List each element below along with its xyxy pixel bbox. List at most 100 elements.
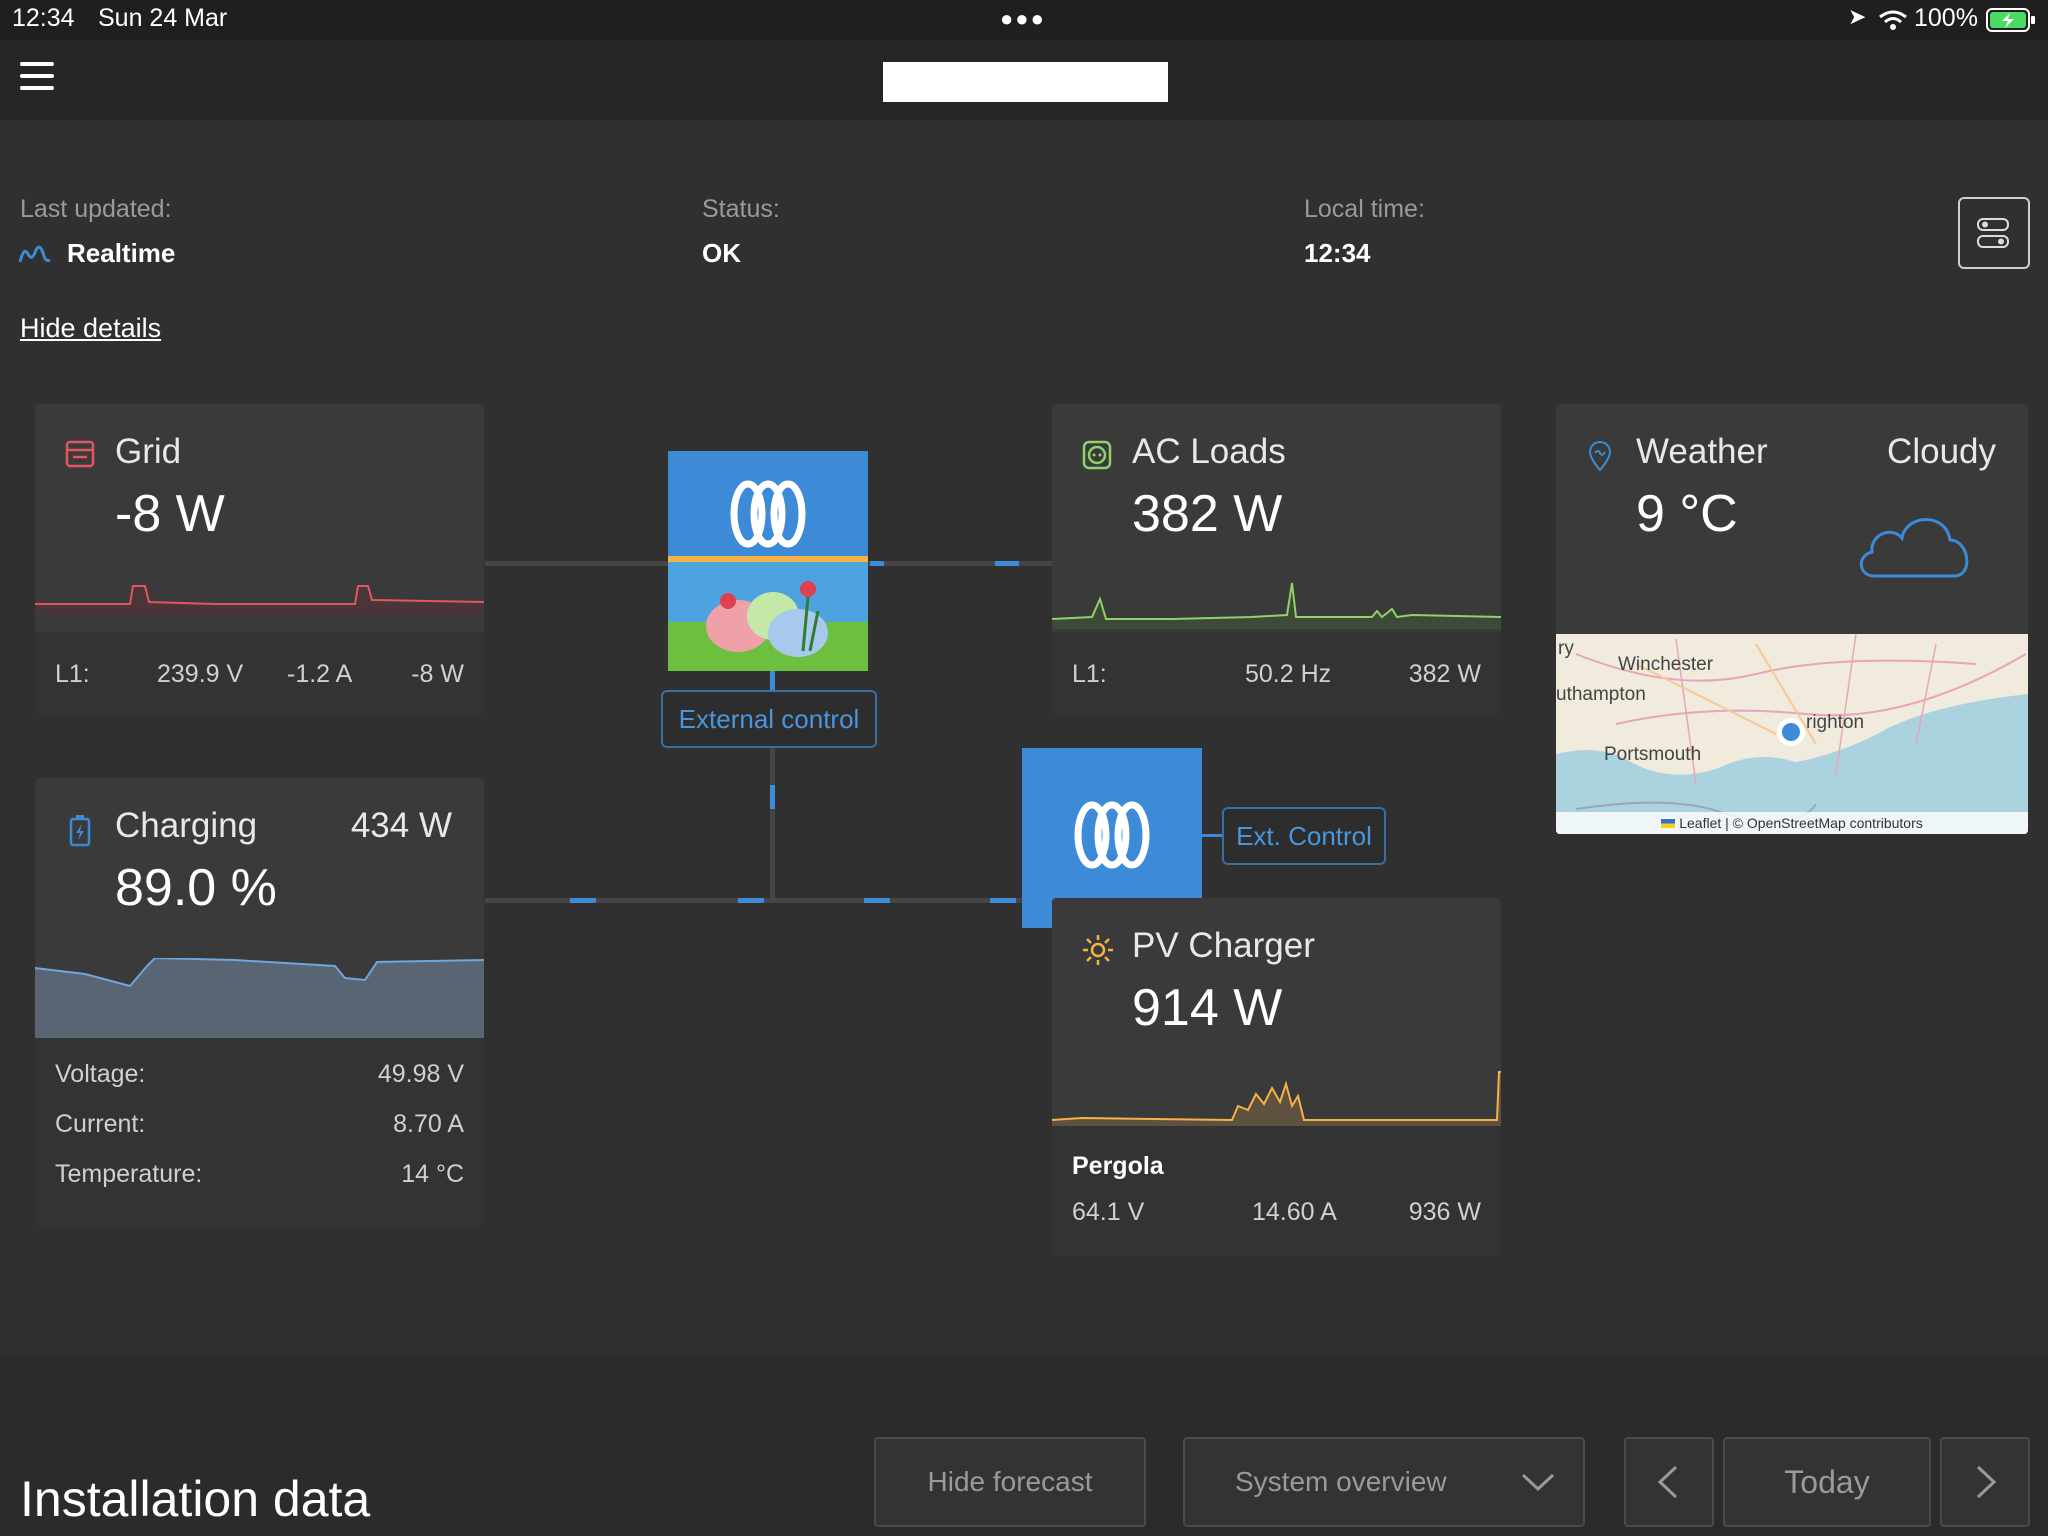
ac-phase-label: L1: bbox=[1072, 660, 1107, 688]
weather-title: Weather bbox=[1636, 432, 1768, 471]
chevron-left-icon bbox=[1657, 1465, 1678, 1499]
grid-voltage: 239.9 V bbox=[157, 660, 244, 688]
battery-icon bbox=[1986, 8, 2035, 32]
grid-current: -1.2 A bbox=[287, 660, 353, 688]
ios-status-bar: 12:34 Sun 24 Mar ●●● ➤ 100% bbox=[0, 0, 2048, 40]
map-label-brighton: righton bbox=[1806, 712, 1865, 733]
battery-temperature-label: Temperature: bbox=[55, 1160, 203, 1188]
grid-phase-label: L1: bbox=[55, 660, 90, 688]
system-overview-select[interactable]: System overview bbox=[1183, 1437, 1585, 1527]
victron-logo-icon bbox=[730, 480, 806, 548]
map-view[interactable]: Winchester uthampton righton Portsmouth … bbox=[1556, 634, 2028, 834]
grid-power: -8 W bbox=[115, 485, 225, 543]
chevron-down-icon bbox=[1521, 1473, 1555, 1492]
battery-voltage-value: 49.98 V bbox=[377, 1060, 464, 1088]
socket-icon bbox=[1082, 440, 1112, 470]
flow-dot bbox=[990, 898, 1016, 903]
map-label-winchester: Winchester bbox=[1618, 654, 1714, 675]
battery-state: Charging bbox=[115, 806, 258, 845]
hide-forecast-button[interactable]: Hide forecast bbox=[874, 1437, 1146, 1527]
app-header bbox=[0, 40, 2048, 120]
location-marker-icon[interactable] bbox=[1777, 718, 1805, 746]
battery-details: Voltage: 49.98 V Current: 8.70 A Tempera… bbox=[35, 1038, 484, 1226]
status-time: 12:34 bbox=[12, 4, 75, 32]
ext-control-button[interactable]: Ext. Control bbox=[1222, 807, 1386, 865]
location-pin-icon bbox=[1588, 440, 1612, 472]
easter-eggs-icon bbox=[706, 581, 828, 657]
local-time-label: Local time: bbox=[1304, 195, 1425, 223]
external-control-button[interactable]: External control bbox=[661, 690, 877, 748]
weather-condition: Cloudy bbox=[1887, 432, 1996, 471]
pv-voltage: 64.1 V bbox=[1072, 1198, 1145, 1226]
wifi-icon bbox=[1879, 10, 1907, 30]
sun-icon bbox=[1083, 935, 1113, 965]
pv-array-name: Pergola bbox=[1072, 1152, 1164, 1180]
battery-current-value: 8.70 A bbox=[393, 1110, 464, 1138]
cloud-icon bbox=[1859, 518, 1969, 578]
menu-icon[interactable] bbox=[20, 62, 54, 90]
ac-loads-card[interactable]: AC Loads 382 W L1: 50.2 Hz 382 W bbox=[1052, 404, 1501, 716]
location-icon: ➤ bbox=[1848, 4, 1867, 29]
flow-dot bbox=[995, 561, 1019, 566]
last-updated-value: Realtime bbox=[67, 238, 176, 268]
ac-frequency: 50.2 Hz bbox=[1245, 660, 1332, 688]
system-overview-value: System overview bbox=[1235, 1466, 1447, 1497]
pv-title: PV Charger bbox=[1132, 926, 1315, 965]
installation-data-section: Installation data Hide forecast System o… bbox=[0, 1355, 2048, 1536]
grid-meter-icon bbox=[65, 440, 95, 468]
pv-sparkline bbox=[1052, 1071, 1501, 1126]
battery-voltage-label: Voltage: bbox=[55, 1060, 146, 1088]
hide-details-link[interactable]: Hide details bbox=[20, 313, 161, 344]
battery-current-label: Current: bbox=[55, 1110, 146, 1138]
map-attribution[interactable]: Leaflet | © OpenStreetMap contributors bbox=[1556, 812, 2028, 834]
flow-dot bbox=[570, 898, 596, 903]
pv-array-power: 936 W bbox=[1408, 1198, 1481, 1226]
victron-logo-icon bbox=[1074, 801, 1150, 869]
grid-sparkline bbox=[35, 585, 484, 614]
pv-current: 14.60 A bbox=[1252, 1198, 1337, 1226]
weather-card[interactable]: Weather Cloudy 9 °C Winchester uthampton… bbox=[1556, 404, 2028, 834]
inverter-unit[interactable] bbox=[668, 451, 868, 671]
battery-power: 434 W bbox=[350, 806, 452, 845]
local-time-value: 12:34 bbox=[1304, 238, 1371, 268]
battery-soc: 89.0 % bbox=[115, 859, 277, 917]
toggle-settings-button[interactable] bbox=[1958, 197, 2030, 269]
battery-percent: 100% bbox=[1914, 4, 1978, 32]
battery-charging-icon bbox=[69, 815, 91, 847]
status-date: Sun 24 Mar bbox=[98, 4, 228, 32]
next-day-button[interactable] bbox=[1940, 1437, 2030, 1527]
inverter-link bbox=[770, 671, 775, 691]
flow-dot bbox=[864, 898, 890, 903]
ac-loads-title: AC Loads bbox=[1132, 432, 1286, 471]
weather-temperature: 9 °C bbox=[1636, 485, 1738, 543]
ac-loads-sparkline bbox=[1052, 582, 1501, 629]
flow-dot bbox=[738, 898, 764, 903]
map-attribution-text: Leaflet | © OpenStreetMap contributors bbox=[1679, 815, 1923, 831]
map-label-edge: ry bbox=[1558, 638, 1574, 659]
grid-title: Grid bbox=[115, 432, 182, 471]
toggle-icon bbox=[1977, 218, 2009, 248]
pv-power: 914 W bbox=[1132, 979, 1283, 1037]
today-button[interactable]: Today bbox=[1723, 1437, 1931, 1527]
pv-array-row: Pergola 64.1 V 14.60 A 936 W bbox=[1052, 1126, 1501, 1256]
grid-phase-row: L1: 239.9 V -1.2 A -8 W bbox=[35, 632, 484, 716]
flow-dot bbox=[770, 785, 775, 809]
ac-loads-phase-row: L1: 50.2 Hz 382 W bbox=[1052, 632, 1501, 716]
battery-soc-sparkline bbox=[35, 958, 484, 1038]
battery-card[interactable]: Charging 434 W 89.0 % Voltage: 49.98 V C… bbox=[35, 778, 484, 1226]
battery-temperature-value: 14 °C bbox=[401, 1160, 464, 1188]
chevron-right-icon bbox=[1976, 1465, 1997, 1499]
ac-loads-power: 382 W bbox=[1132, 485, 1283, 543]
installation-data-heading: Installation data bbox=[20, 1471, 371, 1527]
previous-day-button[interactable] bbox=[1624, 1437, 1714, 1527]
grid-phase-power: -8 W bbox=[411, 660, 464, 688]
site-logo[interactable] bbox=[883, 62, 1168, 102]
ukraine-flag-icon bbox=[1661, 819, 1676, 828]
realtime-wave-icon bbox=[18, 245, 51, 263]
map-label-southampton: uthampton bbox=[1556, 684, 1646, 705]
multitask-dots-icon[interactable]: ●●● bbox=[1000, 6, 1046, 32]
status-value: OK bbox=[702, 238, 741, 268]
ac-phase-power: 382 W bbox=[1408, 660, 1481, 688]
grid-card[interactable]: Grid -8 W L1: 239.9 V -1.2 A -8 W bbox=[35, 404, 484, 716]
pv-charger-card[interactable]: PV Charger 914 W Pergola 64.1 V 14.60 A … bbox=[1052, 898, 1501, 1256]
